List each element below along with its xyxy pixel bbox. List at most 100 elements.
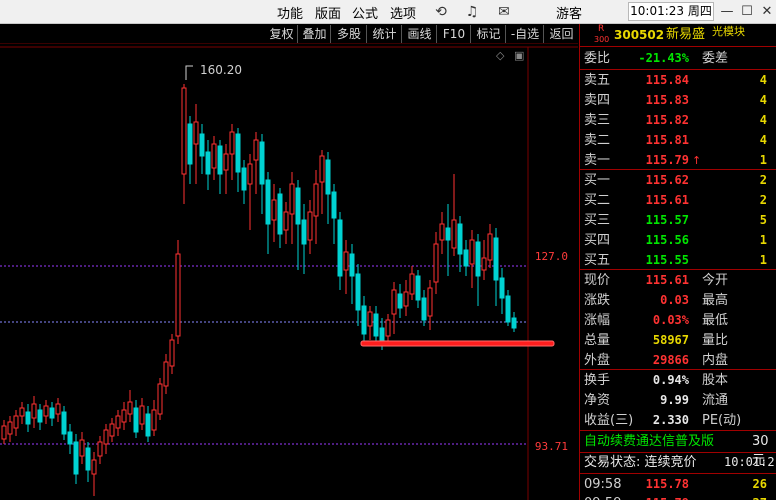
mark-button[interactable]: 标记: [472, 25, 506, 43]
stat-label: 涨跌: [584, 293, 611, 308]
candle-body: [343, 251, 349, 271]
multi-stock-button[interactable]: 多股: [332, 25, 367, 43]
candle-body: [295, 187, 301, 225]
ask-price: 115.82: [645, 113, 689, 127]
candle-body: [109, 423, 115, 437]
music-icon[interactable]: ♫: [463, 3, 481, 21]
stat-row: 总量 58967 量比: [580, 331, 776, 350]
candle-body: [367, 311, 373, 327]
promo-banner[interactable]: 自动续费通达信普及版 30元: [580, 432, 776, 468]
menu-bar: 功能 版面 公式 选项 ⟲ ♫ ✉ 游客 10:01:23 周四 — ☐ ✕: [0, 0, 776, 24]
candle-body: [481, 257, 487, 271]
separator: [580, 46, 776, 47]
stat-label: 外盘: [584, 353, 611, 368]
close-icon[interactable]: ✕: [758, 2, 776, 22]
candle-body: [169, 339, 175, 367]
candle-body: [493, 237, 499, 281]
bid-label: 买五: [584, 253, 611, 268]
tick-price: 115.79: [646, 494, 689, 500]
settings-diamond-icon[interactable]: ◇: [496, 49, 505, 62]
candle-body: [289, 183, 295, 215]
stat-label: 涨幅: [584, 313, 611, 328]
candle-body: [49, 407, 55, 419]
fundamental-label-2: 股本: [702, 373, 729, 388]
menu-options[interactable]: 选项: [390, 3, 416, 22]
support-marker[interactable]: [360, 340, 555, 347]
menu-layout[interactable]: 版面: [315, 3, 341, 22]
tick-price: 115.78: [645, 477, 689, 491]
candle-body: [397, 293, 403, 309]
trade-state: 交易状态: 连续竞价: [584, 455, 697, 470]
message-icon[interactable]: ✉: [495, 3, 513, 21]
stat-row: 涨跌 0.03 最高: [580, 291, 776, 310]
candle-body: [55, 403, 61, 415]
arrow-up-icon: ↑: [692, 154, 702, 167]
bid-qty: 1: [759, 253, 767, 267]
ask-label: 卖四: [584, 93, 611, 108]
committee-row: 委比 -21.43% 委差: [580, 49, 776, 68]
fundamental-row: 净资 9.99 流通: [580, 391, 776, 410]
tick-volume: 26: [752, 477, 767, 491]
stat-value: 58967: [652, 333, 689, 347]
fundamental-value: 2.330: [652, 413, 689, 427]
candle-body: [1, 425, 7, 440]
candle-body: [187, 123, 193, 165]
minimize-icon[interactable]: —: [718, 2, 736, 22]
window-controls: — ☐ ✕: [718, 2, 776, 22]
candle-body: [199, 133, 205, 157]
candle-body: [307, 211, 313, 241]
stat-row: 涨幅 0.03% 最低: [580, 311, 776, 330]
stock-header[interactable]: R 300 300502 新易盛 光模块: [580, 24, 776, 46]
bid-price: 115.56: [645, 233, 689, 247]
refresh-icon[interactable]: ⟲: [432, 3, 450, 21]
stat-label-2: 量比: [702, 333, 729, 348]
candle-body: [139, 405, 145, 425]
stat-row: 现价 115.61 今开: [580, 271, 776, 290]
candle-body: [253, 139, 259, 161]
guest-user[interactable]: 游客: [556, 3, 582, 22]
candle-body: [61, 411, 67, 435]
separator: [580, 269, 776, 270]
maximize-icon[interactable]: ☐: [738, 2, 756, 22]
draw-line-button[interactable]: 画线: [403, 25, 437, 43]
adjust-button[interactable]: 复权: [266, 25, 298, 43]
candle-body: [115, 415, 121, 429]
candle-body: [511, 317, 517, 329]
candle-body: [13, 415, 19, 429]
candle-body: [421, 297, 427, 321]
bid-qty: 2: [759, 173, 767, 187]
menu-function[interactable]: 功能: [277, 3, 303, 22]
stock-code: 300502: [614, 28, 665, 42]
candle-body: [31, 403, 37, 419]
candle-body: [325, 159, 331, 195]
candle-body: [469, 239, 475, 265]
kline-chart[interactable]: 160.20 ◇ ▣ 127.0 93.71: [0, 44, 578, 500]
stats-button[interactable]: 统计: [368, 25, 402, 43]
stat-value: 29866: [652, 353, 689, 367]
fundamental-label-2: 流通: [702, 393, 729, 408]
overlay-button[interactable]: 叠加: [299, 25, 331, 43]
tick-volume: 27: [753, 494, 767, 500]
candle-body: [175, 253, 181, 337]
ask-qty: 4: [759, 93, 767, 107]
bid-price: 115.55: [645, 253, 689, 267]
committee-ratio-label: 委比: [584, 51, 611, 66]
back-button[interactable]: 返回: [545, 25, 578, 43]
axis-label-9371: 93.71: [534, 440, 568, 453]
stat-label-2: 内盘: [702, 353, 729, 368]
bid-price: 115.61: [645, 193, 689, 207]
ask-qty: 4: [759, 73, 767, 87]
candle-body: [373, 313, 379, 337]
expand-icon[interactable]: ▣: [514, 49, 524, 62]
bid-row: 买四 115.56 1: [580, 231, 776, 250]
candle-body: [361, 305, 367, 335]
candle-body: [223, 153, 229, 171]
candle-body: [7, 421, 13, 435]
menu-formula[interactable]: 公式: [352, 3, 378, 22]
f10-button[interactable]: F10: [438, 25, 471, 43]
clock-display: 10:01:23 周四: [628, 2, 714, 21]
ask-price: 115.79: [645, 153, 689, 167]
remove-watchlist-button[interactable]: -自选: [507, 25, 544, 43]
separator: [580, 69, 776, 70]
tick-row: 09:59 115.79 27: [580, 494, 776, 500]
